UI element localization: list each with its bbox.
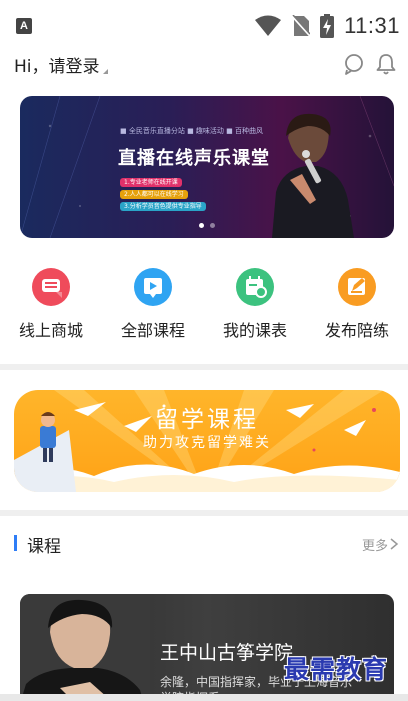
shop-icon[interactable] xyxy=(32,268,70,306)
study-abroad-banner[interactable]: 留学课程 助力攻克留学难关 xyxy=(14,390,400,492)
status-bar: A 11:31 xyxy=(0,0,408,52)
nav-my-schedule[interactable]: 我的课表 xyxy=(204,268,306,348)
singer-image xyxy=(272,113,354,238)
schedule-icon[interactable] xyxy=(236,268,274,306)
nav-label: 线上商城 xyxy=(18,321,83,340)
section-divider xyxy=(0,364,408,370)
banner-dot-2[interactable] xyxy=(210,223,215,228)
top-header: Hi，请登录 xyxy=(0,50,408,80)
live-vocal-banner[interactable]: ■ 全民音乐直播分站 ■ 趣味活动 ■ 百种曲风 直播在线声乐课堂 1.专业老师… xyxy=(20,96,394,238)
course-section-header: 课程 更多 xyxy=(0,528,408,558)
corner-caret-icon xyxy=(102,69,108,74)
bottom-edge xyxy=(0,694,408,701)
battery-charging-icon xyxy=(320,14,335,38)
banner-chip-1: 1.专业老师在线开课 xyxy=(120,178,182,187)
nav-publish-practice[interactable]: 发布陪练 xyxy=(306,268,408,348)
edit-publish-icon[interactable] xyxy=(338,268,376,306)
banner-chip-3: 3.分析学员音色提供专业指导 xyxy=(120,202,206,211)
promo-title: 留学课程 xyxy=(155,407,259,433)
chevron-right-icon[interactable] xyxy=(388,537,400,551)
promo-subtitle: 助力攻克留学难关 xyxy=(143,435,271,451)
login-prompt[interactable]: Hi，请登录 xyxy=(14,52,108,77)
nav-label: 我的课表 xyxy=(222,321,287,340)
banner-dot-1[interactable] xyxy=(199,223,204,228)
nav-label: 全部课程 xyxy=(120,321,185,340)
banner-chip-2: 2.人人都可以在线学习 xyxy=(120,190,188,199)
watermark-logo: 最需教育 xyxy=(284,655,389,684)
section-divider xyxy=(0,510,408,516)
section-title: 课程 xyxy=(27,537,61,557)
quick-nav: 线上商城 全部课程 我的课表 发布陪练 xyxy=(0,268,408,348)
banner-title: 直播在线声乐课堂 xyxy=(118,148,270,169)
status-icons: 11:31 xyxy=(254,10,400,42)
more-link[interactable]: 更多 xyxy=(362,535,388,554)
nav-all-courses[interactable]: 全部课程 xyxy=(102,268,204,348)
app-notification-icon: A xyxy=(16,18,32,34)
bell-icon[interactable] xyxy=(374,52,398,76)
course-title: 王中山古筝学院 xyxy=(160,642,294,664)
login-prompt-text[interactable]: Hi，请登录 xyxy=(14,57,100,77)
banner-feature-line: ■ 全民音乐直播分站 ■ 趣味活动 ■ 百种曲风 xyxy=(120,127,263,135)
nav-label: 发布陪练 xyxy=(324,321,389,340)
chat-icon[interactable] xyxy=(342,52,366,76)
course-teacher-photo xyxy=(20,594,150,701)
wifi-icon xyxy=(255,15,282,36)
no-sim-icon xyxy=(292,15,311,37)
banner-pagination[interactable] xyxy=(20,223,394,228)
clock: 11:31 xyxy=(344,13,400,38)
nav-online-shop[interactable]: 线上商城 xyxy=(0,268,102,348)
section-accent-bar xyxy=(14,535,17,551)
video-course-icon[interactable] xyxy=(134,268,172,306)
